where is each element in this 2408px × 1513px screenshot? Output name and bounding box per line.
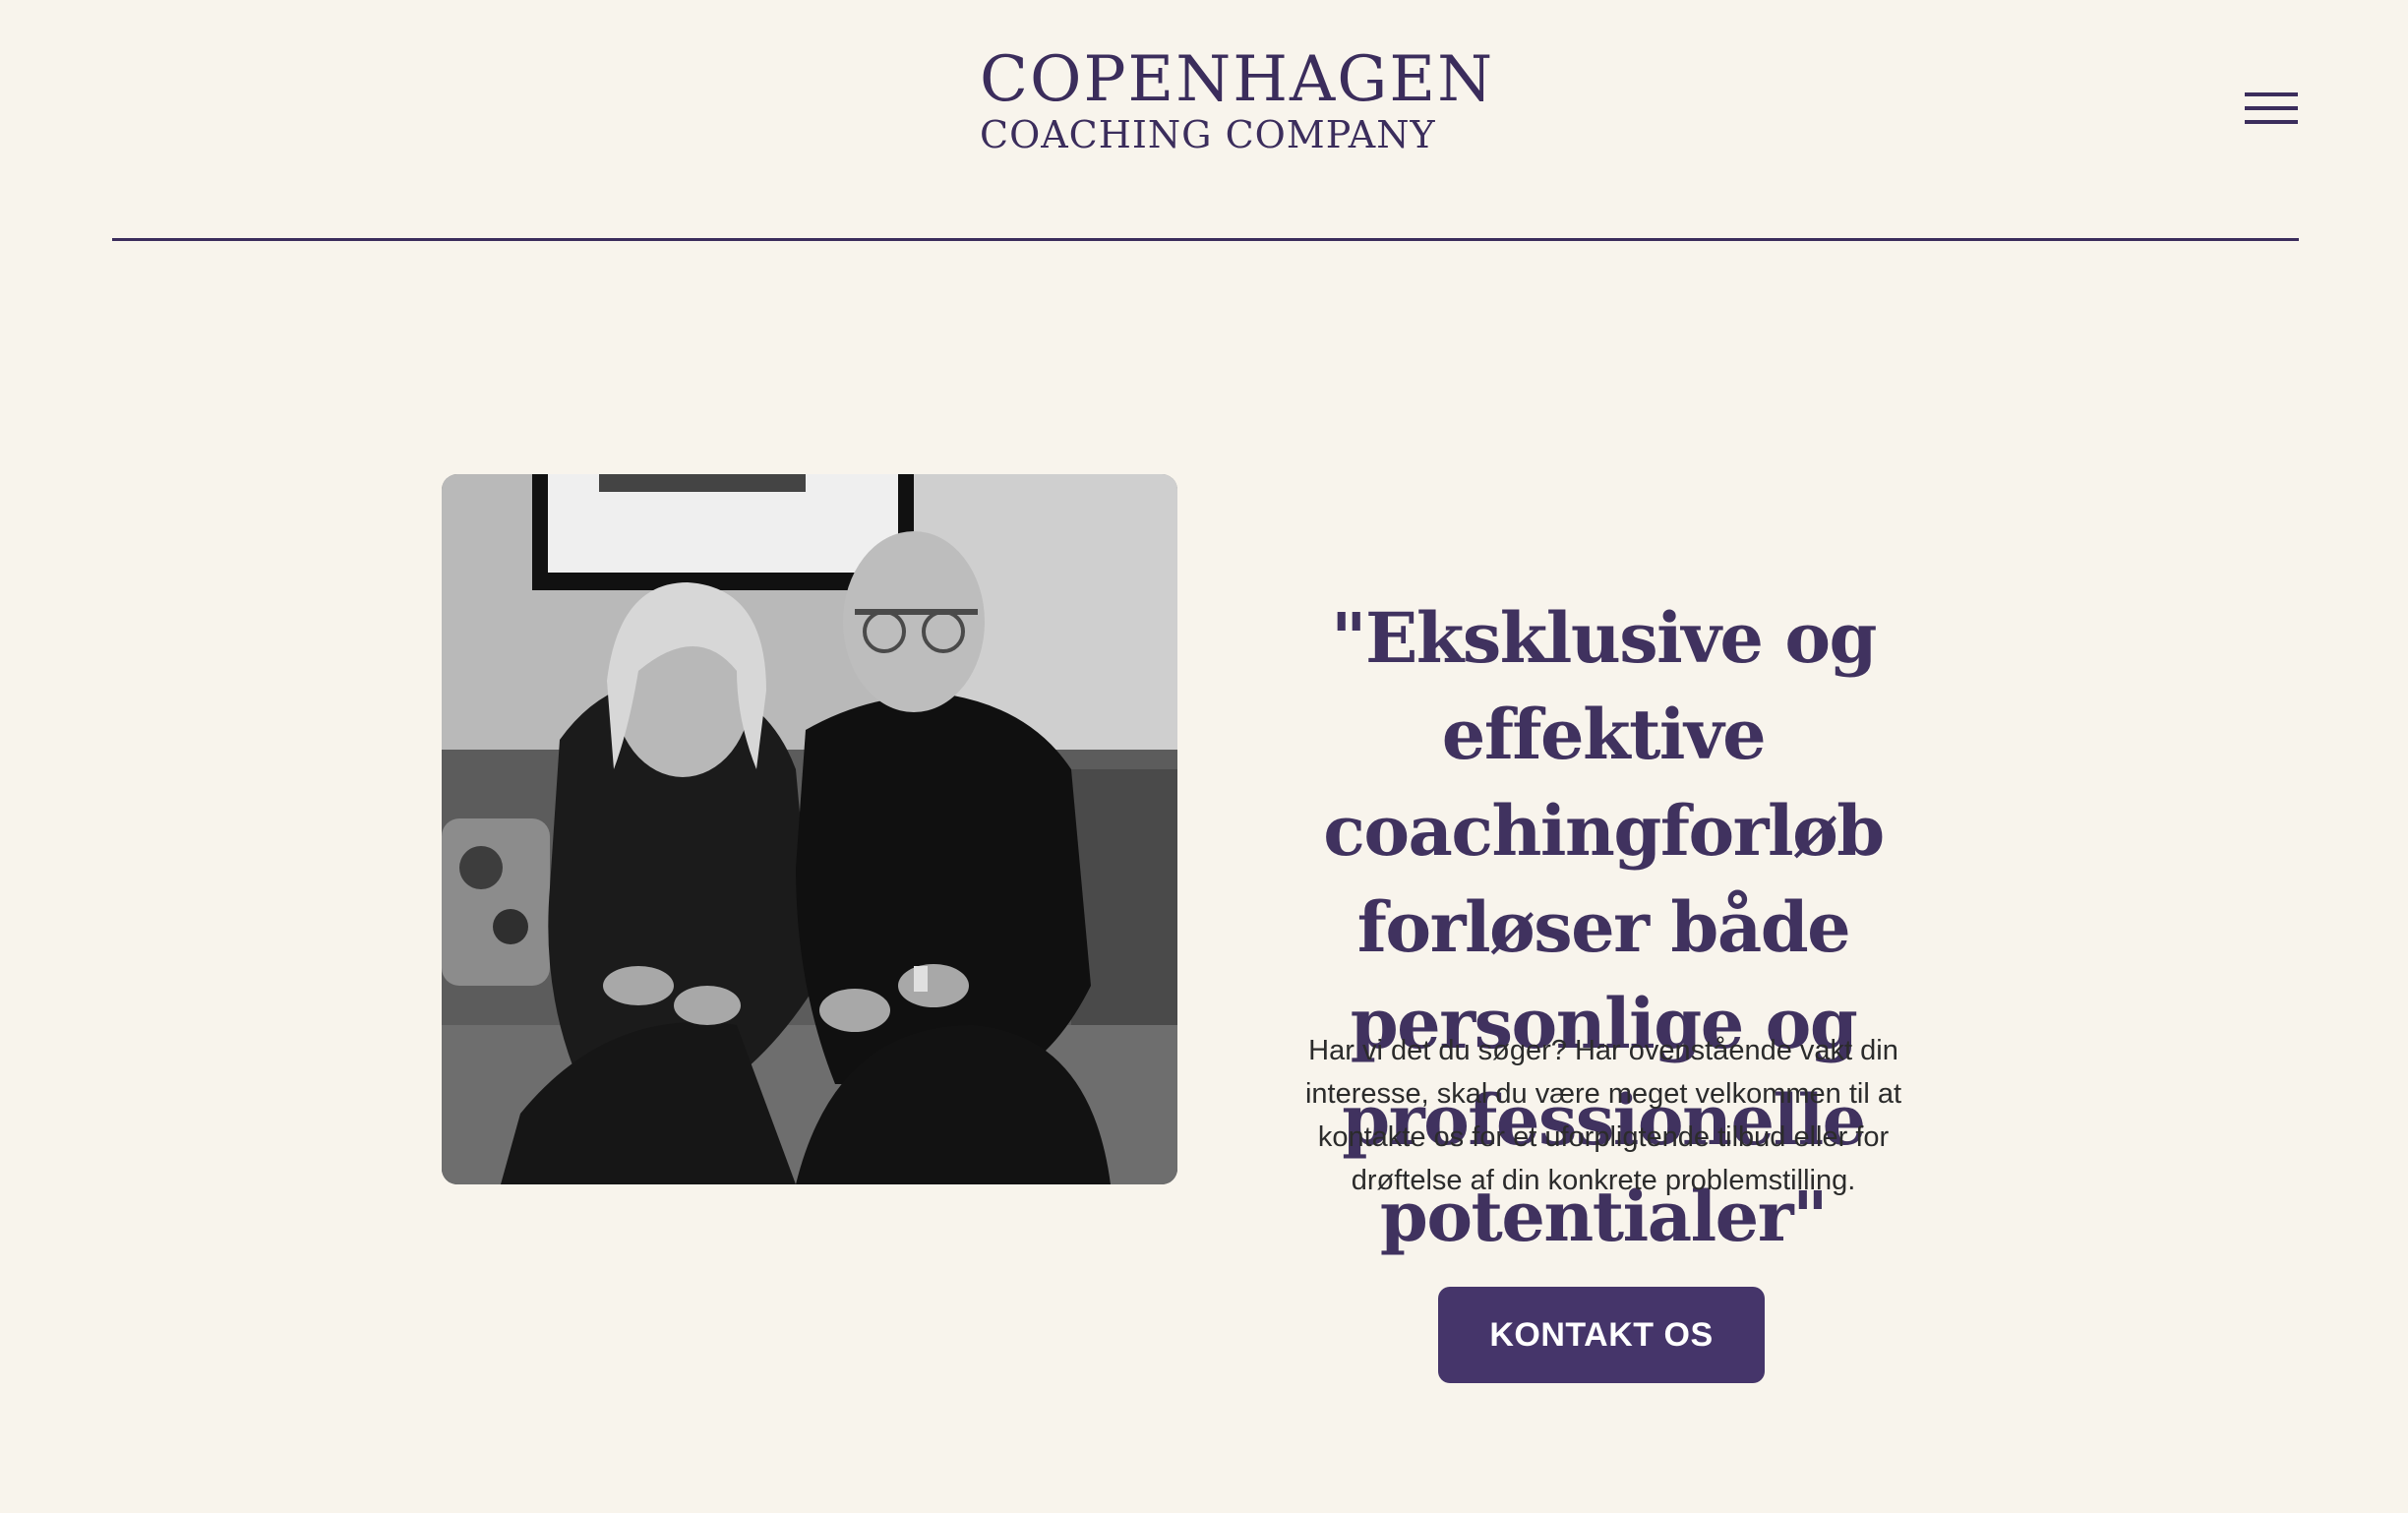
menu-bar-bottom: [2245, 120, 2298, 124]
hamburger-menu-icon[interactable]: [2243, 89, 2300, 128]
logo-line-1: COPENHAGEN: [980, 43, 1495, 116]
header-divider: [112, 238, 2299, 241]
logo-line-2: COACHING COMPANY: [980, 113, 1436, 156]
menu-bar-top: [2245, 92, 2298, 96]
contact-button[interactable]: KONTAKT OS: [1438, 1287, 1765, 1383]
team-photo: [442, 474, 1177, 1184]
site-logo[interactable]: COPENHAGEN COACHING COMPANY: [980, 43, 1495, 156]
site-header: COPENHAGEN COACHING COMPANY: [0, 0, 2408, 241]
hero-description: Har vi det du søger? Har ovenstående vak…: [1304, 1035, 1902, 1196]
menu-bar-middle: [2245, 106, 2298, 110]
